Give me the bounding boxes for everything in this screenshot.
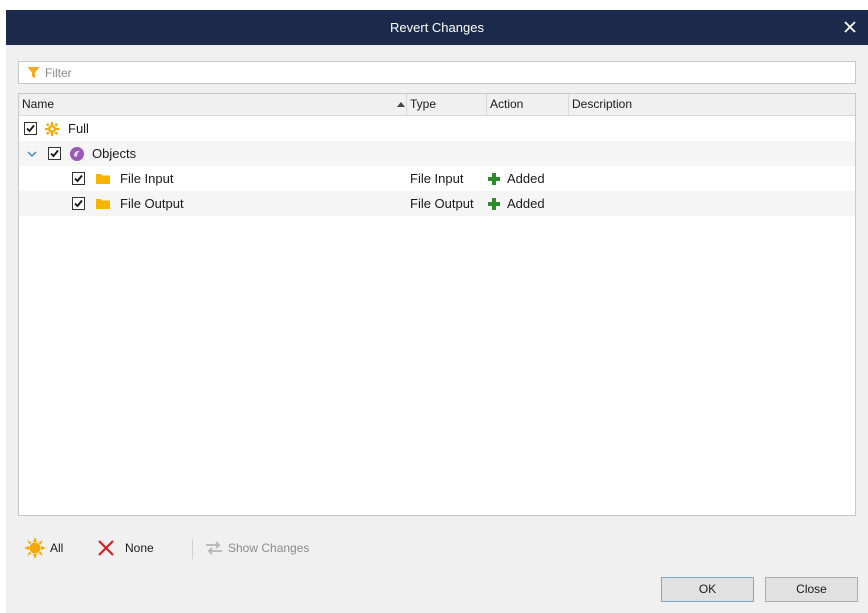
sun-icon — [24, 537, 46, 559]
column-type-label: Type — [410, 97, 437, 111]
x-icon — [98, 540, 114, 556]
checkbox-file-output[interactable] — [72, 197, 85, 210]
filter-icon — [27, 67, 40, 78]
chevron-down-icon[interactable] — [27, 149, 37, 159]
revert-changes-dialog: Revert Changes Name Type Action Descript… — [6, 10, 868, 613]
close-icon[interactable] — [842, 19, 858, 35]
column-name-label: Name — [22, 97, 55, 111]
tree-row-objects[interactable]: Objects — [19, 141, 855, 166]
row-name: File Output — [120, 196, 184, 211]
select-all-button[interactable]: All — [24, 537, 79, 559]
window-title: Revert Changes — [390, 20, 484, 35]
objects-icon — [70, 147, 84, 161]
row-action: Added — [507, 196, 545, 211]
row-name: File Input — [120, 171, 174, 186]
checkbox-file-input[interactable] — [72, 172, 85, 185]
toolbar-separator — [192, 539, 193, 559]
sort-ascending-icon — [397, 102, 405, 107]
show-changes-button[interactable]: Show Changes — [204, 537, 314, 559]
row-action: Added — [507, 171, 545, 186]
close-button[interactable]: Close — [765, 577, 858, 602]
folder-icon — [96, 174, 110, 184]
column-description-label: Description — [572, 97, 633, 111]
ok-button[interactable]: OK — [661, 577, 754, 602]
title-bar: Revert Changes — [6, 10, 868, 45]
folder-icon — [96, 199, 110, 209]
changes-tree: Name Type Action Description Full Object… — [18, 93, 856, 516]
all-label: All — [50, 541, 64, 555]
row-type: File Input — [410, 171, 464, 186]
column-header: Name Type Action Description — [19, 94, 855, 116]
show-changes-label: Show Changes — [228, 541, 310, 555]
filter-field[interactable] — [18, 61, 856, 84]
column-name[interactable]: Name — [19, 94, 407, 115]
checkbox-objects[interactable] — [48, 147, 61, 160]
row-type: File Output — [410, 196, 474, 211]
plus-icon — [488, 198, 500, 210]
column-description[interactable]: Description — [569, 94, 855, 115]
gear-sun-icon — [45, 122, 59, 136]
tree-row-file-input[interactable]: File Input File Input Added — [19, 166, 855, 191]
column-action-label: Action — [490, 97, 524, 111]
none-label: None — [125, 541, 154, 555]
filter-input[interactable] — [45, 63, 845, 82]
column-action[interactable]: Action — [487, 94, 569, 115]
select-none-button[interactable]: None — [96, 537, 181, 559]
row-name: Full — [68, 121, 89, 136]
plus-icon — [488, 173, 500, 185]
checkbox-full[interactable] — [24, 122, 37, 135]
tree-row-full[interactable]: Full — [19, 116, 855, 141]
swap-arrows-icon — [206, 541, 222, 555]
column-type[interactable]: Type — [407, 94, 487, 115]
tree-row-file-output[interactable]: File Output File Output Added — [19, 191, 855, 216]
row-name: Objects — [92, 146, 137, 161]
